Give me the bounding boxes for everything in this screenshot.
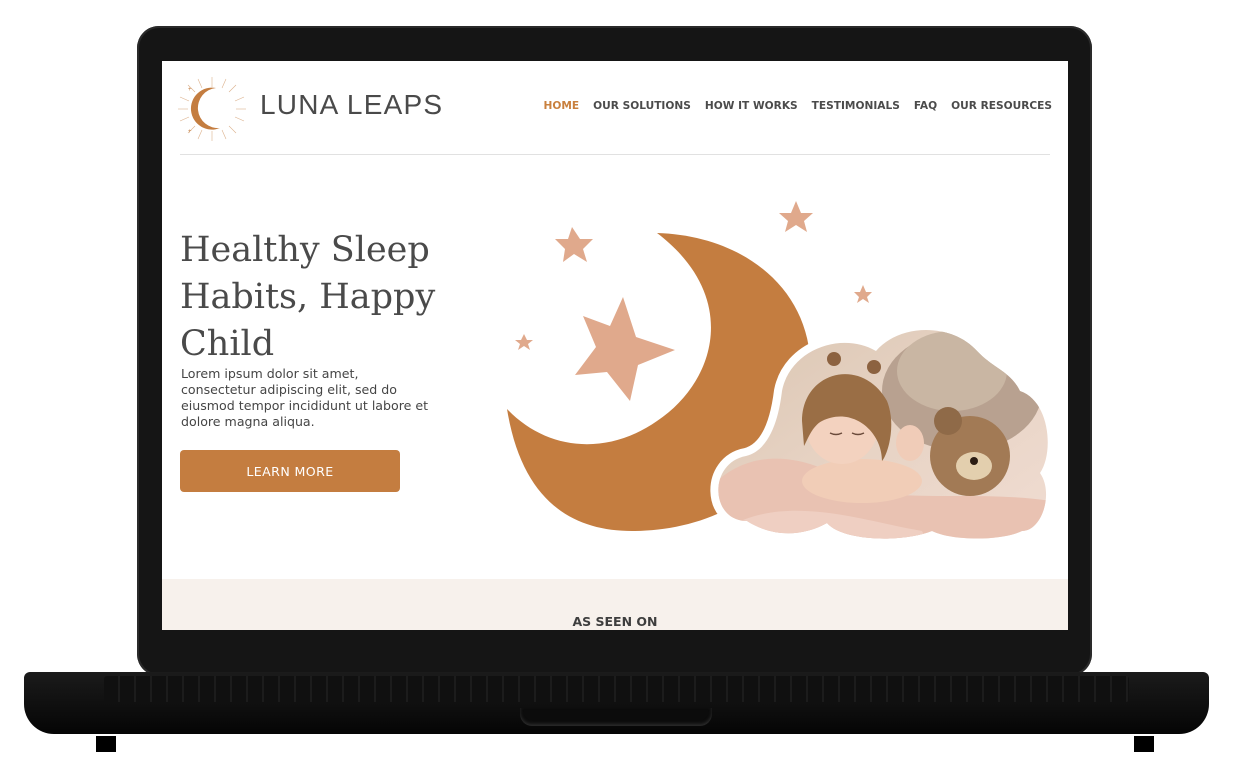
logo-wordmark[interactable]: LUNA LEAPS	[260, 89, 443, 121]
star-icon	[575, 297, 675, 401]
svg-text:+: +	[188, 129, 192, 135]
website-screen: + + LUNA LEAPS HOME OUR SOLUTIONS HOW IT…	[162, 61, 1068, 630]
laptop-base	[24, 672, 1209, 734]
as-seen-on-title: AS SEEN ON	[572, 614, 658, 629]
moon-logo-icon[interactable]: + +	[176, 75, 248, 143]
laptop-foot	[96, 736, 116, 752]
star-icon	[854, 285, 872, 303]
laptop-foot	[1134, 736, 1154, 752]
site-header: + + LUNA LEAPS HOME OUR SOLUTIONS HOW IT…	[162, 61, 1068, 155]
main-nav: HOME OUR SOLUTIONS HOW IT WORKS TESTIMON…	[543, 100, 1052, 112]
nav-our-resources[interactable]: OUR RESOURCES	[951, 100, 1052, 112]
star-icon	[515, 334, 533, 350]
svg-text:+: +	[188, 87, 192, 93]
nav-our-solutions[interactable]: OUR SOLUTIONS	[593, 100, 691, 112]
hero-body-text: Lorem ipsum dolor sit amet, consectetur …	[181, 366, 429, 429]
header-divider	[180, 154, 1050, 155]
nav-how-it-works[interactable]: HOW IT WORKS	[705, 100, 798, 112]
star-icon	[555, 227, 593, 262]
laptop-keyboard-edge	[104, 676, 1129, 702]
nav-home[interactable]: HOME	[543, 100, 579, 112]
laptop-notch	[520, 708, 712, 726]
learn-more-button[interactable]: LEARN MORE	[180, 450, 400, 492]
nav-testimonials[interactable]: TESTIMONIALS	[812, 100, 900, 112]
nav-faq[interactable]: FAQ	[914, 100, 937, 112]
star-icon	[779, 201, 813, 232]
hero-title: Healthy Sleep Habits, Happy Child	[180, 230, 436, 364]
